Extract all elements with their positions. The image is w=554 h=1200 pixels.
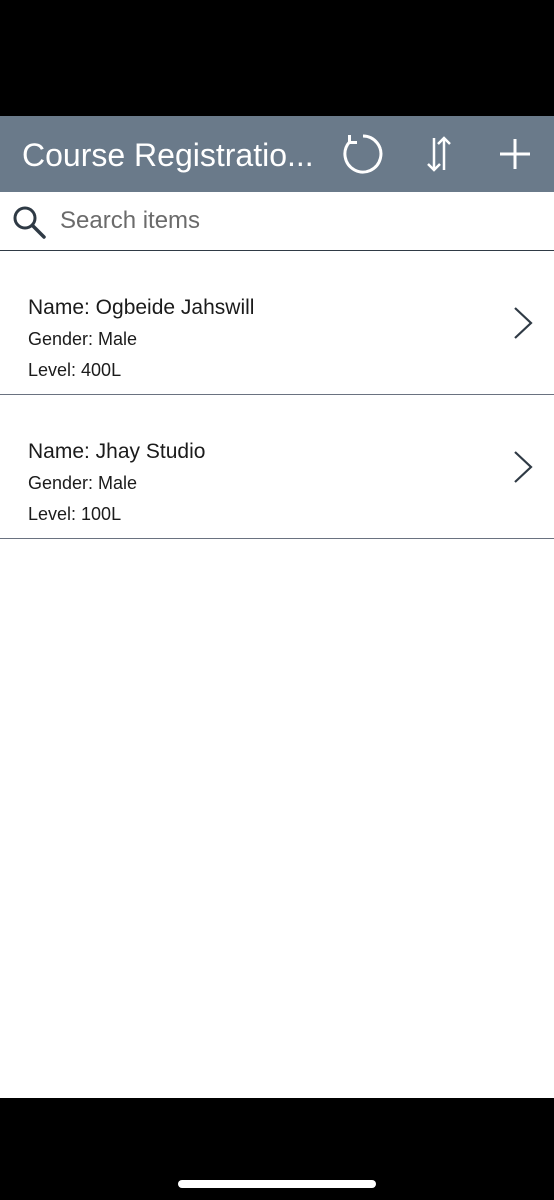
chevron-right-icon[interactable] xyxy=(510,305,536,341)
sort-button[interactable] xyxy=(417,132,461,176)
add-button[interactable] xyxy=(493,132,537,176)
item-name: Name: Jhay Studio xyxy=(28,440,206,463)
list-item[interactable]: Name: Jhay Studio Gender: Male Level: 10… xyxy=(0,395,554,539)
item-level: Level: 100L xyxy=(28,504,122,524)
page-title: Course Registratio... xyxy=(22,137,314,173)
item-name: Name: Ogbeide Jahswill xyxy=(28,296,255,319)
add-icon xyxy=(500,139,530,169)
sort-icon xyxy=(427,136,451,172)
status-bar xyxy=(0,0,554,116)
item-gender: Gender: Male xyxy=(28,329,138,349)
app-header: Course Registratio... xyxy=(0,116,554,192)
item-level: Level: 400L xyxy=(28,360,122,380)
search-input[interactable] xyxy=(60,202,530,240)
list-item[interactable]: Name: Ogbeide Jahswill Gender: Male Leve… xyxy=(0,251,554,395)
search-icon xyxy=(13,206,46,239)
gallery-list: Name: Ogbeide Jahswill Gender: Male Leve… xyxy=(0,251,554,539)
bottom-bar xyxy=(0,1098,554,1200)
refresh-icon xyxy=(343,134,383,174)
item-gender: Gender: Male xyxy=(28,473,138,493)
search-bar xyxy=(0,192,554,251)
refresh-button[interactable] xyxy=(341,132,385,176)
chevron-right-icon[interactable] xyxy=(510,449,536,485)
home-indicator[interactable] xyxy=(178,1180,376,1188)
